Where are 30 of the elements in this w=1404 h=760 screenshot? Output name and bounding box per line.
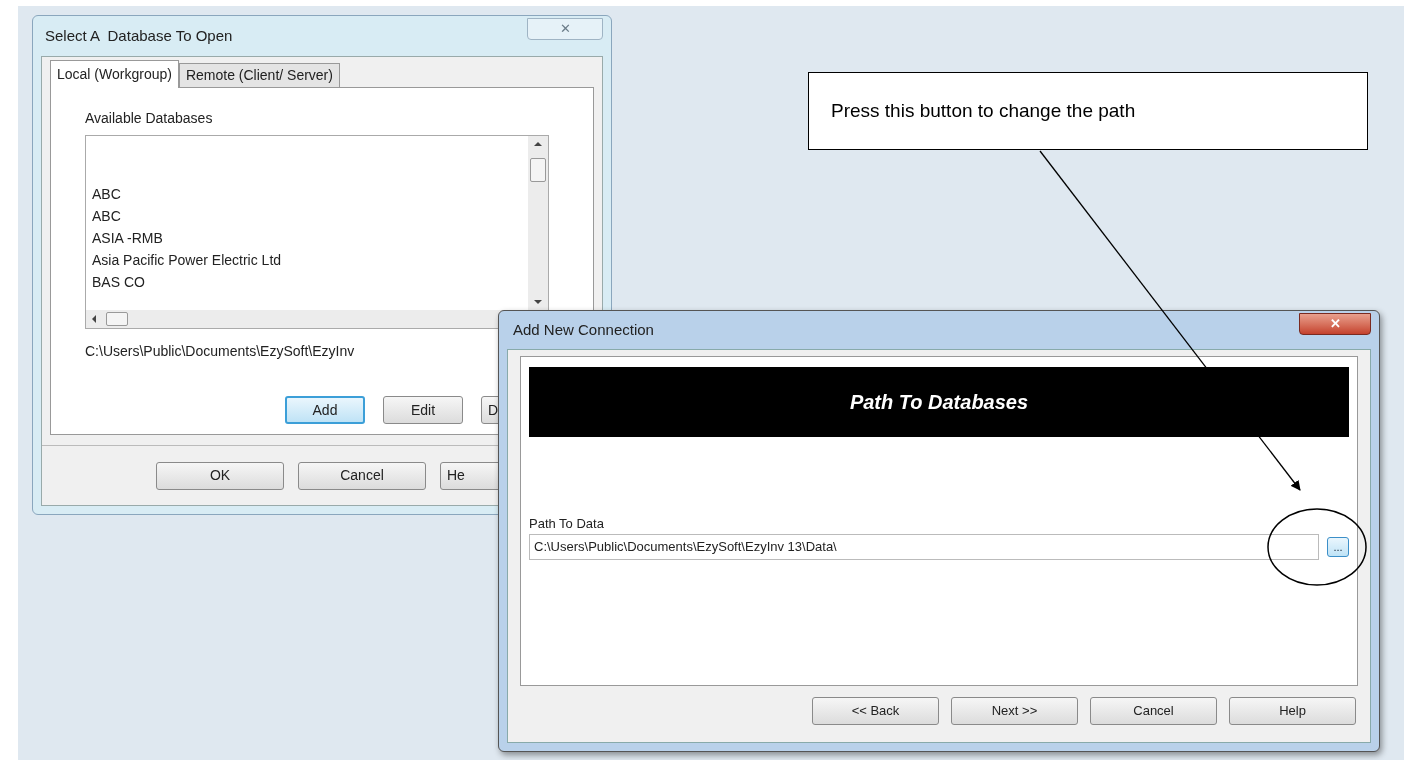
list-item[interactable]: Asia Pacific Power Electric Ltd (92, 249, 282, 271)
banner-title: Path To Databases (849, 390, 1029, 415)
path-input-field[interactable]: C:\Users\Public\Documents\EzySoft\EzyInv 13\Data\ (529, 533, 1319, 560)
dialog-button[interactable]: Cancel (298, 461, 426, 490)
dialog-button[interactable]: Edit (383, 396, 463, 424)
list-item[interactable]: ASIA -RMB (92, 227, 163, 249)
scroll-thumb[interactable] (530, 158, 546, 182)
dialog-button[interactable]: Cancel (1090, 697, 1217, 725)
list-item[interactable]: ABC (92, 183, 121, 205)
tab[interactable]: Local (Workgroup) (50, 60, 179, 88)
list-label: Available Databases (85, 109, 213, 128)
scroll-left-icon[interactable] (92, 315, 96, 323)
vertical-scrollbar[interactable] (528, 136, 548, 310)
dialog-button[interactable]: Next >> (951, 697, 1078, 725)
dialog-button[interactable]: << Back (812, 697, 939, 725)
list-item[interactable]: BAS CO (92, 271, 145, 293)
browse-button[interactable]: ... (1327, 536, 1349, 557)
close-button[interactable]: ✕ (527, 18, 603, 40)
scroll-up-icon[interactable] (534, 142, 542, 146)
list-item[interactable]: ABC (92, 205, 121, 227)
tab[interactable]: Remote (Client/ Server) (178, 63, 340, 87)
scroll-thumb[interactable] (106, 312, 128, 326)
field-label: Path To Data (529, 515, 604, 533)
scroll-down-icon[interactable] (534, 300, 542, 304)
dialog-button[interactable]: Help (1229, 697, 1356, 725)
window-title: Select A Database To Open (45, 25, 233, 46)
dialog-button[interactable]: OK (156, 461, 284, 490)
dialog-button[interactable]: Add (285, 396, 365, 424)
callout-text: Press this button to change the path (831, 98, 1136, 123)
path-text: C:\Users\Public\Documents\EzySoft\EzyInv (85, 342, 355, 361)
